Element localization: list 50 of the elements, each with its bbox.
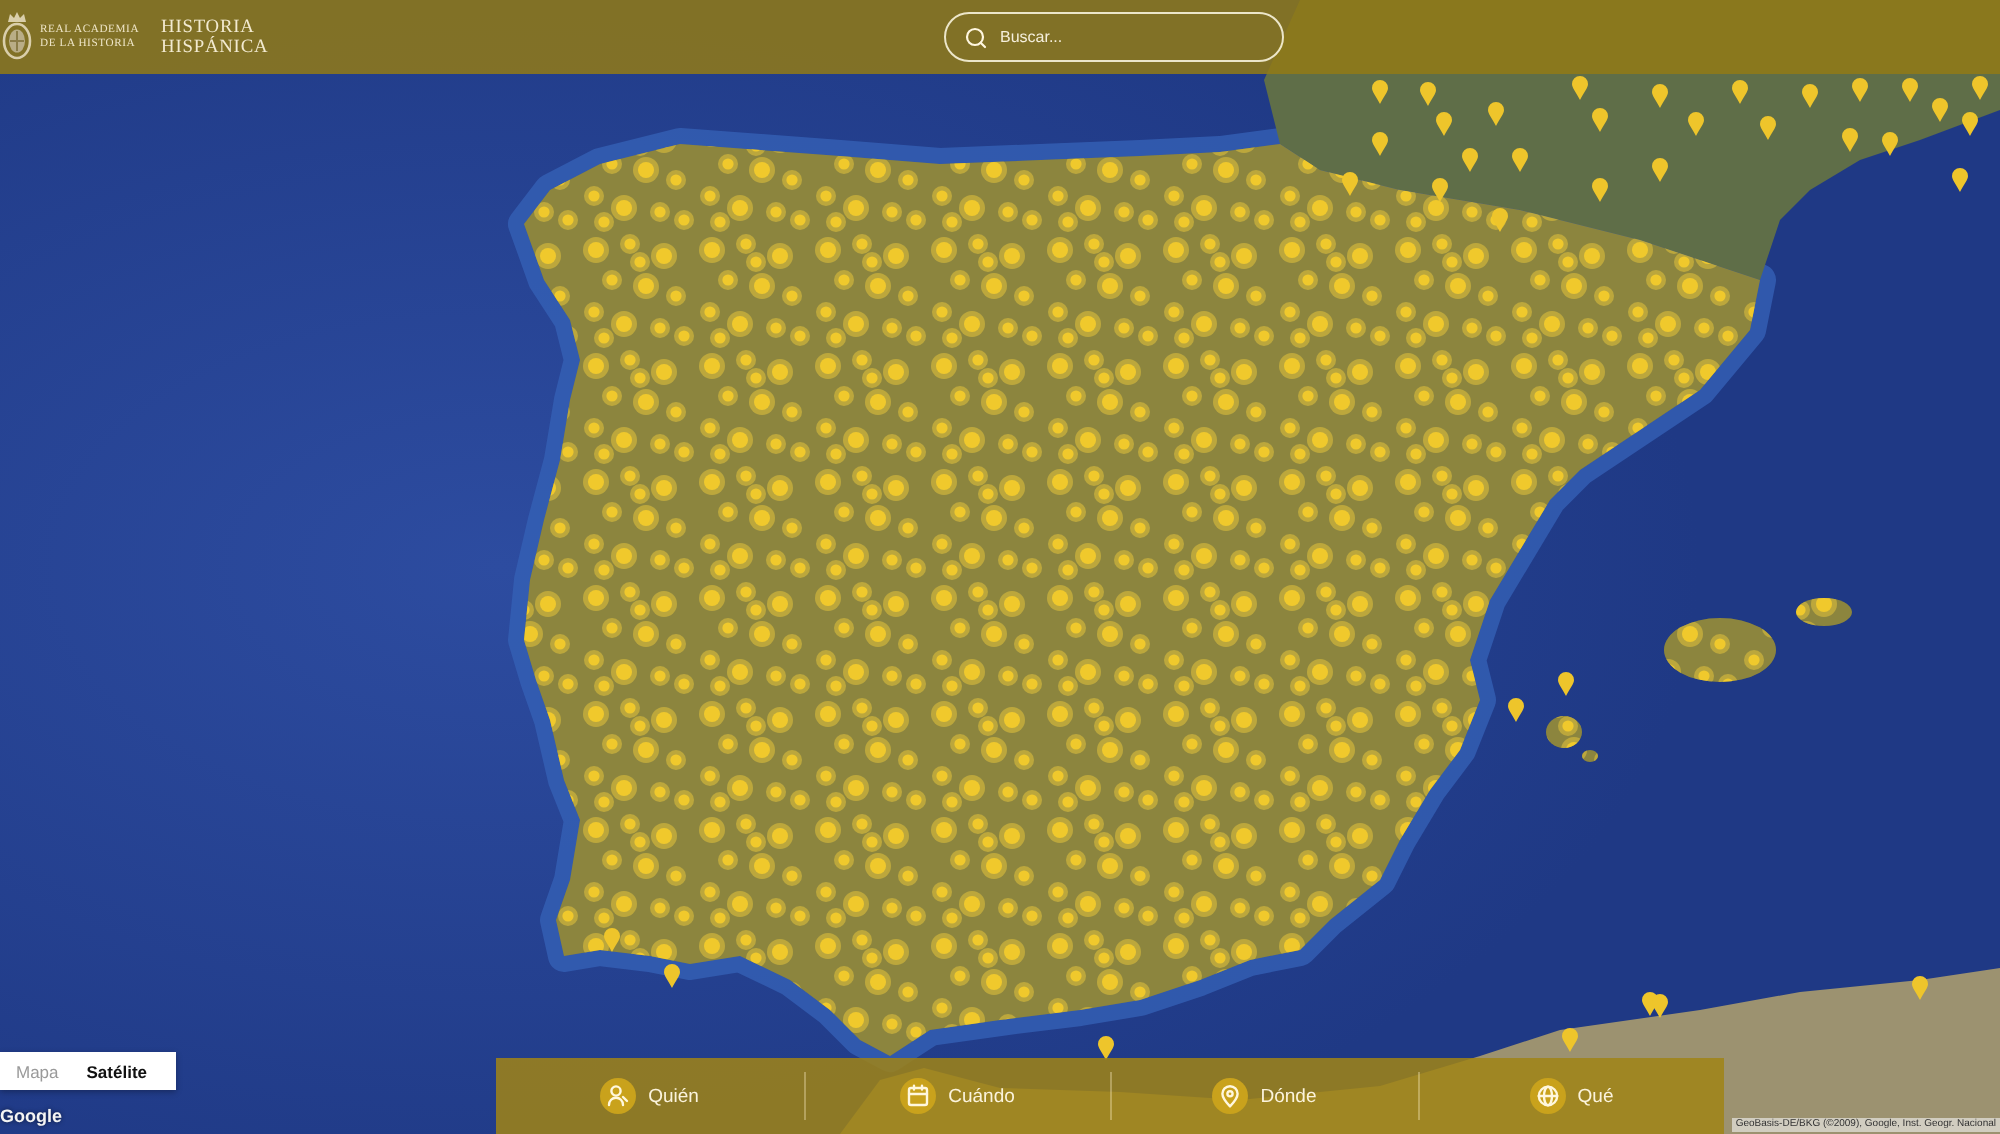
map-marker-icon[interactable]	[1342, 172, 1358, 196]
map-marker-icon[interactable]	[1372, 80, 1388, 104]
map-marker-icon[interactable]	[1932, 98, 1948, 122]
map-marker-icon[interactable]	[1592, 108, 1608, 132]
nav-button[interactable]: Dónde	[1110, 1072, 1417, 1120]
map-marker-icon[interactable]	[1492, 208, 1508, 232]
map-type-tab[interactable]: Satélite	[70, 1052, 160, 1090]
crest-icon	[0, 10, 34, 64]
globe-icon	[1529, 1078, 1566, 1114]
map-marker-icon[interactable]	[1952, 168, 1968, 192]
map-marker-icon[interactable]	[1852, 78, 1868, 102]
nav-button[interactable]: Qué	[1417, 1072, 1724, 1120]
map-marker-icon[interactable]	[1962, 112, 1978, 136]
google-logo: Google	[0, 1106, 62, 1126]
map-marker-icon[interactable]	[1732, 80, 1748, 104]
map-type-tab[interactable]: Mapa	[0, 1052, 71, 1090]
map-marker-icon[interactable]	[1882, 132, 1898, 156]
map-marker-icon[interactable]	[1420, 82, 1436, 106]
map-marker-icon[interactable]	[1972, 76, 1988, 100]
map-marker-icon[interactable]	[1902, 78, 1918, 102]
nav-button[interactable]: Cuándo	[803, 1072, 1110, 1120]
map-marker-icon[interactable]	[1652, 84, 1668, 108]
map-marker-icon[interactable]	[664, 964, 680, 988]
search-field[interactable]: Buscar...	[944, 12, 1284, 62]
map-marker-icon[interactable]	[1652, 158, 1668, 182]
person-icon	[600, 1078, 637, 1114]
site-title: HISTORIA HISPÁNICA	[161, 17, 269, 57]
map-marker-icon[interactable]	[1436, 112, 1452, 136]
map-marker-icon[interactable]	[1842, 128, 1858, 152]
map-marker-icon[interactable]	[1512, 148, 1528, 172]
map-marker-icon[interactable]	[1572, 76, 1588, 100]
search-icon	[964, 25, 988, 49]
map-marker-icon[interactable]	[1592, 178, 1608, 202]
map-marker-icon[interactable]	[1760, 116, 1776, 140]
map-marker-icon[interactable]	[1562, 1028, 1578, 1052]
map-marker-icon[interactable]	[1462, 148, 1478, 172]
map-marker-icon[interactable]	[1508, 698, 1524, 722]
map-marker-icon[interactable]	[1558, 672, 1574, 696]
map-marker-icon[interactable]	[1432, 178, 1448, 202]
map-marker-icon[interactable]	[1802, 84, 1818, 108]
map-marker-icon[interactable]	[604, 928, 620, 952]
nav-button[interactable]: Quién	[496, 1072, 803, 1120]
map-marker-icon[interactable]	[1372, 132, 1388, 156]
map-marker-icon[interactable]	[1098, 1036, 1114, 1060]
calendar-icon	[900, 1078, 937, 1114]
map-marker-icon[interactable]	[1488, 102, 1504, 126]
map-marker-icon[interactable]	[1912, 976, 1928, 1000]
map-marker-icon[interactable]	[1652, 994, 1668, 1018]
map-pin-icon	[1212, 1078, 1249, 1114]
map-marker-icon[interactable]	[1688, 112, 1704, 136]
